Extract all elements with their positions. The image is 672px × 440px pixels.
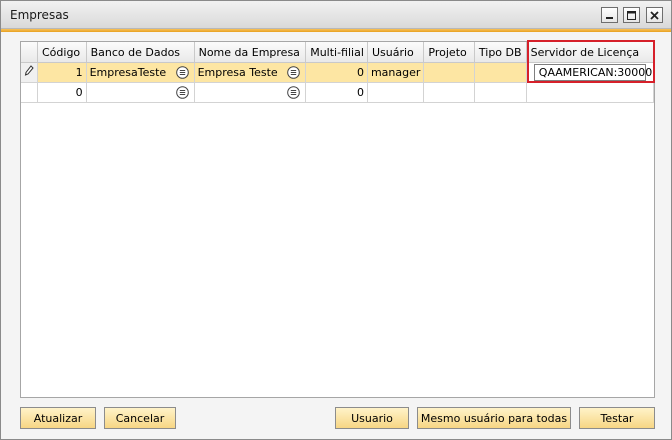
cell-projeto[interactable]: [423, 82, 475, 103]
column-header-usuario[interactable]: Usuário: [367, 42, 425, 63]
close-button[interactable]: [646, 7, 663, 23]
cell-nome-da-empresa-value: Empresa Teste: [197, 66, 278, 79]
cancelar-button[interactable]: Cancelar: [104, 407, 176, 429]
minimize-button[interactable]: [601, 7, 618, 23]
list-choose-icon[interactable]: [175, 66, 189, 79]
cell-usuario[interactable]: [367, 82, 425, 103]
cell-codigo[interactable]: 0: [37, 82, 87, 103]
cell-projeto[interactable]: [423, 62, 475, 83]
row-header-corner: [21, 42, 38, 63]
cell-usuario[interactable]: manager: [367, 62, 425, 83]
companies-table: Código Banco de Dados Nome da Empresa Mu…: [21, 42, 655, 103]
companies-grid[interactable]: Código Banco de Dados Nome da Empresa Mu…: [20, 41, 655, 398]
column-header-codigo[interactable]: Código: [37, 42, 87, 63]
cell-servidor-de-licenca[interactable]: [526, 82, 655, 103]
close-icon: [650, 10, 659, 20]
row-header[interactable]: [21, 82, 38, 103]
column-header-tipo-db[interactable]: Tipo DB: [474, 42, 527, 63]
cell-banco-de-dados[interactable]: [86, 82, 195, 103]
mesmo-usuario-button[interactable]: Mesmo usuário para todas: [417, 407, 571, 429]
row-header[interactable]: [21, 62, 38, 83]
cell-banco-de-dados[interactable]: EmpresaTeste: [86, 62, 195, 83]
column-header-servidor-de-licenca[interactable]: Servidor de Licença: [526, 42, 655, 63]
cell-multi-filial[interactable]: 0: [305, 82, 368, 103]
window-title: Empresas: [10, 8, 69, 22]
column-header-banco-de-dados[interactable]: Banco de Dados: [86, 42, 195, 63]
title-accent-bar: [1, 29, 671, 32]
table-row[interactable]: 0 0: [21, 82, 655, 103]
list-choose-icon[interactable]: [287, 66, 301, 79]
column-header-nome-da-empresa[interactable]: Nome da Empresa: [194, 42, 307, 63]
column-header-projeto[interactable]: Projeto: [423, 42, 475, 63]
license-server-input[interactable]: QAAMERICAN:30000: [533, 64, 652, 81]
column-header-multi-filial[interactable]: Multi-filial: [305, 42, 368, 63]
empresas-window: Empresas Código Banco de Dados Nome da E…: [0, 0, 672, 440]
atualizar-button[interactable]: Atualizar: [20, 407, 96, 429]
maximize-icon: [627, 10, 636, 20]
pencil-icon: [24, 65, 34, 76]
cell-banco-de-dados-value: EmpresaTeste: [89, 66, 167, 79]
usuario-button[interactable]: Usuario: [335, 407, 409, 429]
cell-nome-da-empresa[interactable]: [194, 82, 307, 103]
minimize-icon: [606, 16, 613, 19]
list-choose-icon[interactable]: [287, 86, 301, 99]
cell-servidor-de-licenca[interactable]: QAAMERICAN:30000: [526, 62, 655, 83]
cell-multi-filial[interactable]: 0: [305, 62, 368, 83]
cell-tipo-db[interactable]: [474, 82, 527, 103]
cell-codigo[interactable]: 1: [37, 62, 87, 83]
table-row[interactable]: 1 EmpresaTeste Empresa Teste 0 manager Q…: [21, 62, 655, 83]
title-bar[interactable]: Empresas: [1, 1, 671, 29]
list-choose-icon[interactable]: [175, 86, 189, 99]
cell-tipo-db[interactable]: [474, 62, 527, 83]
grid-header-row: Código Banco de Dados Nome da Empresa Mu…: [21, 42, 655, 63]
cell-nome-da-empresa[interactable]: Empresa Teste: [194, 62, 307, 83]
testar-button[interactable]: Testar: [579, 407, 655, 429]
maximize-button[interactable]: [623, 7, 640, 23]
